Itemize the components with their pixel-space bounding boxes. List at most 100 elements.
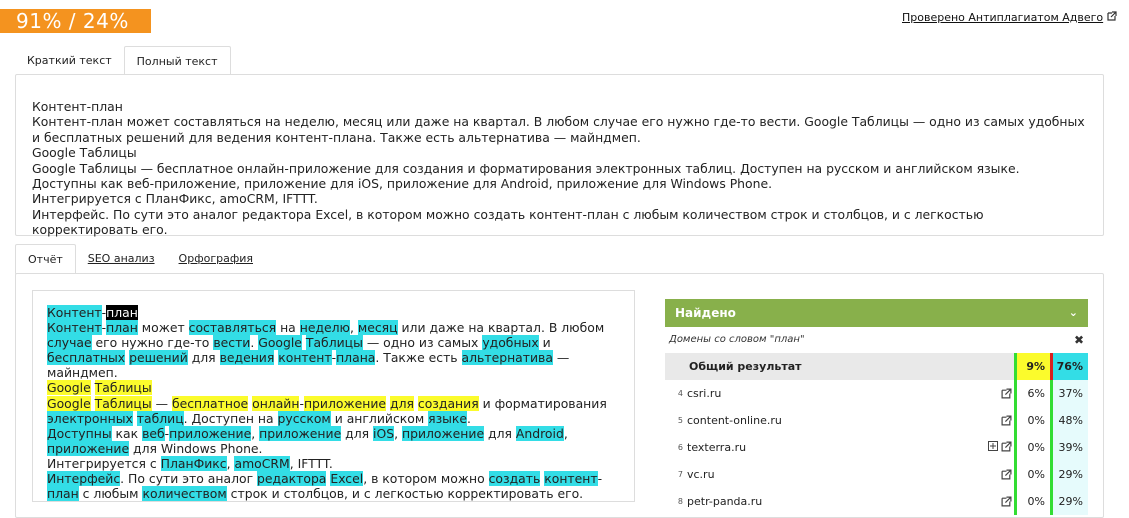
hl-word: amoCRM — [234, 455, 290, 471]
full-text-line: Контент-план — [32, 99, 123, 114]
hl-word: веб — [142, 425, 165, 441]
table-row[interactable]: 8 petr-panda.ru 0% 29% — [665, 488, 1088, 515]
percent-1: 6% — [1014, 380, 1050, 407]
hl-word: неделю — [299, 320, 350, 336]
hl-word: таблиц — [136, 410, 184, 426]
antiplagiat-link-label: Проверено Антиплагиатом Адвего — [902, 11, 1104, 24]
found-title: Найдено — [675, 306, 736, 320]
row-number: 4 — [677, 389, 683, 398]
tab-full-text[interactable]: Полный текст — [123, 46, 231, 75]
percent-2: 37% — [1050, 380, 1088, 407]
hl-word: Доступны — [47, 425, 112, 441]
hl-paragraph: Google Таблицы — бесплатное онлайн-прило… — [47, 395, 607, 426]
external-link-icon[interactable] — [990, 461, 1014, 488]
tab-report[interactable]: Отчёт — [15, 244, 76, 274]
full-text-line: Контент-план может составляться на недел… — [32, 114, 1085, 145]
hl-word: план — [106, 320, 138, 336]
tab-spelling-label: Орфография — [178, 252, 253, 265]
hl-word: приложение — [169, 425, 252, 441]
domain-link[interactable]: csri.ru — [687, 380, 990, 407]
tab-seo-analysis[interactable]: SEO анализ — [76, 244, 167, 274]
row-number: 7 — [677, 470, 683, 479]
percent-2: 48% — [1050, 407, 1088, 434]
hl-word: количеством — [142, 486, 227, 502]
domain-link[interactable]: texterra.ru — [687, 434, 976, 461]
total-label: Общий результат — [689, 360, 802, 373]
highlighted-text-box: Контент-план Контент-план может составля… — [32, 290, 635, 502]
hl-word: редактора — [257, 471, 327, 487]
external-link-icon[interactable] — [990, 380, 1014, 407]
hl-word: бесплатное — [171, 395, 249, 411]
expand-plus-icon[interactable] — [987, 441, 998, 454]
highlighted-text: Контент-план Контент-план может составля… — [47, 305, 617, 502]
percent-1: 0% — [1014, 407, 1050, 434]
hl-word: план — [47, 486, 79, 502]
total-row: Общий результат 9% 76% — [665, 353, 1088, 380]
domains-filter: Домены со словом "план" ✖ — [665, 327, 1088, 353]
hl-word: удобных — [482, 335, 539, 351]
percent-1: 0% — [1014, 461, 1050, 488]
tab-report-label: Отчёт — [28, 253, 63, 266]
tab-spelling[interactable]: Орфография — [167, 244, 265, 274]
hl-word: плана — [336, 350, 376, 366]
table-row[interactable]: 5 content-online.ru 0% 48% — [665, 407, 1088, 434]
tab-seo-label: SEO анализ — [87, 252, 155, 265]
hl-word: Контент — [47, 320, 102, 336]
uniqueness-score: 91% / 24% — [0, 9, 151, 33]
hl-word: русском — [277, 410, 331, 426]
hl-word: приложение — [303, 395, 387, 411]
domains-filter-label: Домены со словом "план" — [669, 334, 805, 345]
hl-word: Контент — [47, 305, 102, 320]
total-percent-2: 76% — [1050, 353, 1088, 380]
table-row[interactable]: 4 csri.ru 6% 37% — [665, 380, 1088, 407]
hl-word: создать — [488, 471, 541, 487]
hl-word: составляться — [188, 320, 277, 336]
hl-word: Google — [47, 395, 91, 411]
full-text-line: Интегрируется с ПланФикс, amoCRM, IFTTT. — [32, 191, 318, 207]
domain-link[interactable]: petr-panda.ru — [687, 488, 990, 515]
hl-word: iOS — [373, 425, 395, 441]
chevron-down-icon[interactable]: ⌄ — [1069, 299, 1078, 327]
table-row[interactable]: 6 texterra.ru 0% 39% — [665, 434, 1088, 461]
hl-word: случае — [47, 335, 92, 351]
percent-2: 39% — [1050, 434, 1088, 461]
row-icons — [976, 434, 1014, 461]
hl-line: Контент-план — [47, 305, 138, 320]
hl-word: приложение — [259, 425, 342, 441]
hl-word: Google — [258, 335, 302, 351]
external-link-icon[interactable] — [990, 407, 1014, 434]
hl-word: план — [106, 305, 138, 320]
percent-1: 0% — [1014, 434, 1050, 461]
external-link-icon[interactable] — [990, 488, 1014, 515]
hl-word: решений — [129, 350, 188, 366]
antiplagiat-link[interactable]: Проверено Антиплагиатом Адвего — [902, 11, 1117, 24]
hl-word: электронных — [47, 410, 133, 426]
full-text-line: Google Таблицы — [32, 145, 137, 161]
found-header[interactable]: Найдено ⌄ — [665, 299, 1088, 327]
hl-word: создания — [417, 395, 479, 411]
hl-word: Таблицы — [94, 380, 152, 396]
hl-word: Интерфейс — [47, 471, 121, 487]
full-text-panel: Контент-план Контент-план может составля… — [15, 74, 1104, 238]
hl-word: приложение — [401, 425, 485, 441]
hl-word: Excel — [330, 471, 364, 487]
close-icon[interactable]: ✖ — [1074, 327, 1084, 353]
text-tabs: Краткий текст Полный текст — [15, 46, 231, 75]
hl-word: бесплатных — [47, 350, 126, 366]
hl-paragraph: Доступны как веб-приложение, приложение … — [47, 425, 568, 456]
hl-word: ПланФикс — [160, 455, 227, 471]
row-number: 6 — [677, 443, 683, 452]
external-link-icon — [1107, 11, 1117, 24]
hl-line: Google Таблицы — [47, 380, 617, 396]
domain-link[interactable]: content-online.ru — [687, 407, 990, 434]
tab-short-text[interactable]: Краткий текст — [15, 46, 124, 75]
row-number: 8 — [677, 497, 683, 506]
full-text-line: Google Таблицы — бесплатное онлайн-прило… — [32, 160, 1020, 176]
hl-word: Таблицы — [94, 395, 152, 411]
row-number: 5 — [677, 416, 683, 425]
full-text-line: Доступны как веб-приложение, приложение … — [32, 176, 773, 192]
full-text: Контент-план Контент-план может составля… — [32, 99, 1092, 238]
external-link-icon[interactable] — [1001, 440, 1012, 455]
domain-link[interactable]: vc.ru — [687, 461, 990, 488]
table-row[interactable]: 7 vc.ru 0% 29% — [665, 461, 1088, 488]
